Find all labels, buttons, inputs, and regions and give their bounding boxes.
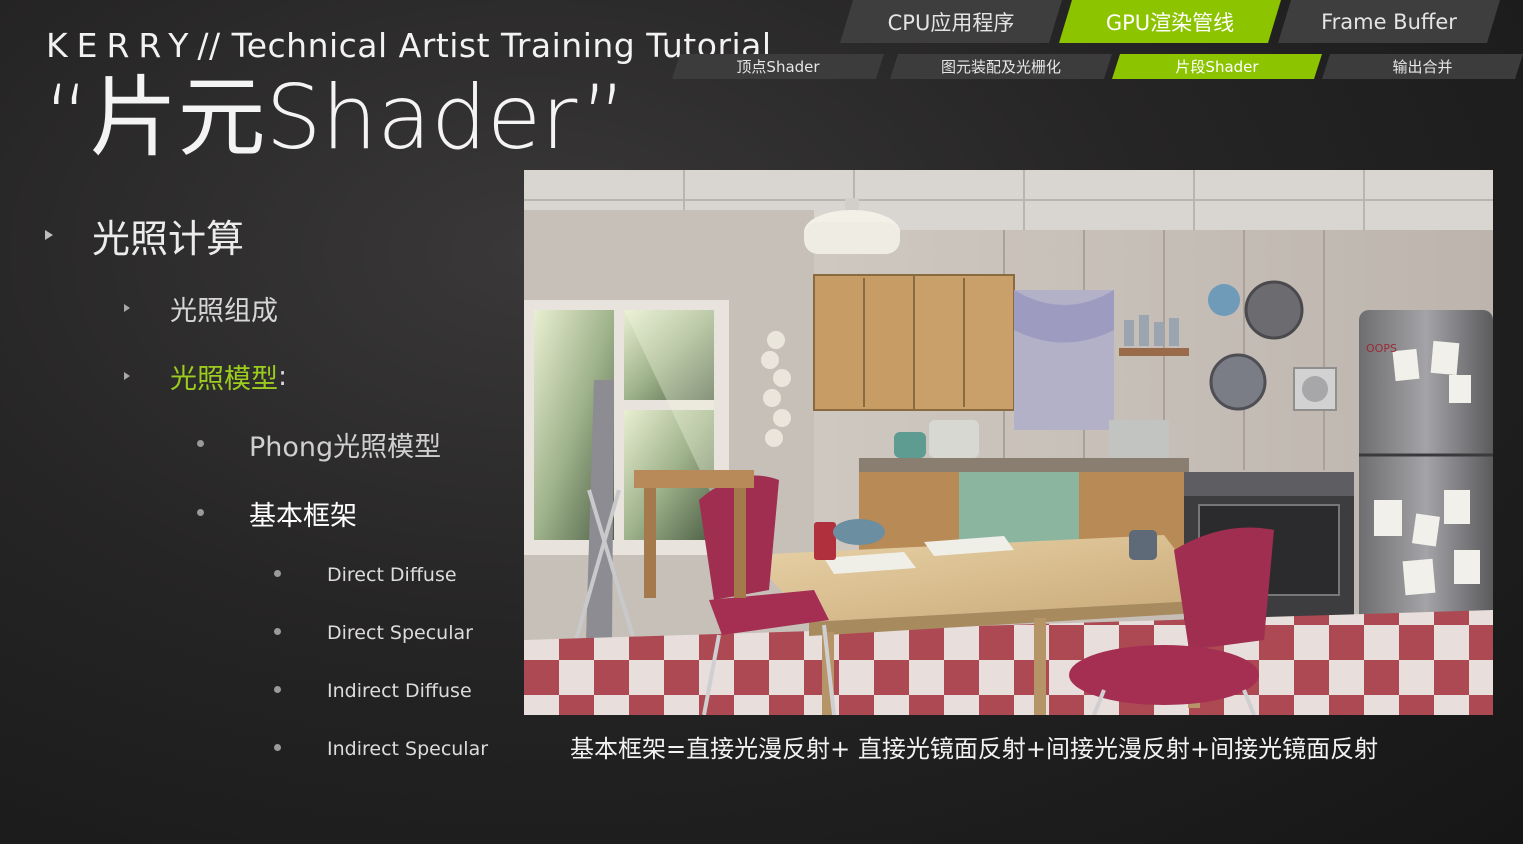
tab-label: Frame Buffer <box>1321 9 1457 34</box>
bullet-text: 光照组成 <box>170 295 278 327</box>
bullet-text: Indirect Diffuse <box>327 680 472 702</box>
tab-cpu-application[interactable]: CPU应用程序 <box>840 0 1062 43</box>
brand-name: KERRY <box>46 26 198 65</box>
dot-bullet-icon <box>197 509 204 516</box>
dot-bullet-icon <box>274 628 281 635</box>
dot-bullet-icon <box>274 686 281 693</box>
tab-vertex-shader[interactable]: 顶点Shader <box>672 54 884 79</box>
dot-bullet-icon <box>197 440 204 447</box>
bullet-lighting-calc: 光照计算 <box>45 210 245 261</box>
tab-output-merge[interactable]: 输出合并 <box>1322 54 1523 79</box>
bullet-lighting-models: 光照模型: <box>124 356 288 396</box>
triangle-bullet-icon <box>124 372 130 380</box>
bullet-lighting-components: 光照组成 <box>124 288 278 328</box>
brand-separator: // <box>197 26 221 65</box>
tab-primitive-raster[interactable]: 图元装配及光栅化 <box>890 54 1112 79</box>
subtab-label: 顶点Shader <box>736 58 820 76</box>
triangle-bullet-icon <box>45 230 53 240</box>
bullet-direct-diffuse: Direct Diffuse <box>274 560 457 590</box>
bullet-text: 光照模型 <box>170 363 278 395</box>
fridge-note-text: OOPS <box>1366 342 1397 355</box>
triangle-bullet-icon <box>124 304 130 312</box>
dot-bullet-icon <box>274 744 281 751</box>
tab-fragment-shader[interactable]: 片段Shader <box>1112 54 1322 79</box>
tab-gpu-pipeline[interactable]: GPU渲染管线 <box>1059 0 1281 43</box>
bullet-colon: : <box>278 360 288 392</box>
dot-bullet-icon <box>274 570 281 577</box>
bullet-text: 基本框架 <box>249 500 357 532</box>
tab-label: GPU渲染管线 <box>1105 10 1235 35</box>
bullet-direct-specular: Direct Specular <box>274 618 473 648</box>
bullet-text: Indirect Specular <box>327 738 489 760</box>
bullet-indirect-diffuse: Indirect Diffuse <box>274 676 472 706</box>
bullet-phong-model: Phong光照模型 <box>197 424 442 464</box>
bullet-text: Direct Diffuse <box>327 564 457 586</box>
bullet-text: Direct Specular <box>327 622 473 644</box>
subtab-label: 输出合并 <box>1392 58 1453 76</box>
figure-caption: 基本框架=直接光漫反射+ 直接光镜面反射+间接光漫反射+间接光镜面反射 <box>570 735 1379 763</box>
subtab-label: 片段Shader <box>1175 58 1259 76</box>
course-header: KERRY// Technical Artist Training Tutori… <box>46 26 772 65</box>
tab-frame-buffer[interactable]: Frame Buffer <box>1278 0 1500 43</box>
bullet-basic-framework: 基本框架 <box>197 493 357 533</box>
subtab-label: 图元装配及光栅化 <box>940 58 1061 76</box>
bullet-text: 光照计算 <box>92 216 245 261</box>
bullet-indirect-specular: Indirect Specular <box>274 734 489 764</box>
kitchen-render-image: OOPS <box>524 170 1493 715</box>
bullet-text: Phong光照模型 <box>249 431 442 463</box>
slide-title: “片元Shader” <box>44 66 627 169</box>
tab-label: CPU应用程序 <box>887 10 1015 35</box>
